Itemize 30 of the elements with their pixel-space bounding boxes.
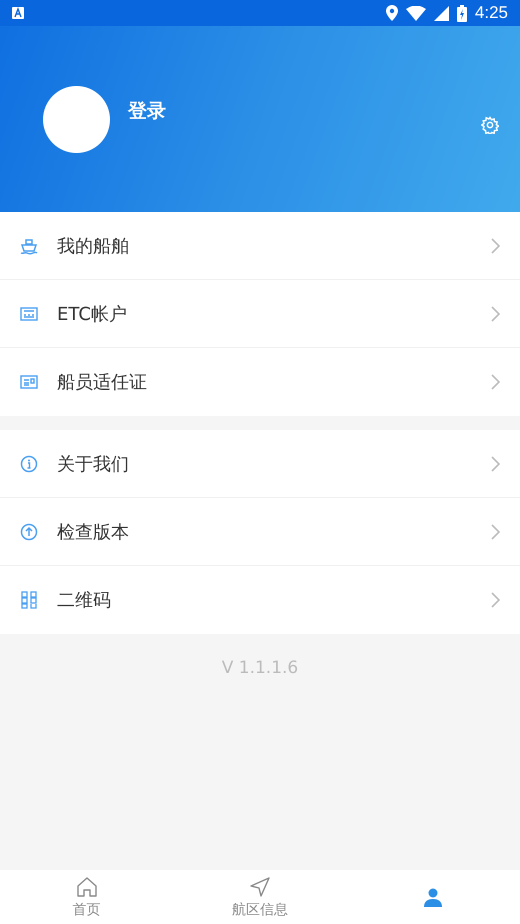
signal-icon	[434, 6, 449, 20]
app-notification-icon	[12, 7, 24, 19]
location-icon	[386, 5, 398, 21]
chevron-right-icon	[490, 374, 500, 390]
battery-charging-icon	[456, 4, 467, 22]
ship-icon	[20, 236, 38, 254]
menu-item[interactable]: ETC帐户	[0, 280, 520, 348]
id-card-icon	[20, 373, 38, 391]
navigation-arrow-icon	[248, 875, 272, 899]
menu-item[interactable]: 二维码	[0, 566, 520, 634]
menu-item[interactable]: 检查版本	[0, 498, 520, 566]
info-icon	[20, 454, 38, 472]
login-link[interactable]: 登录	[128, 98, 166, 124]
nav-tab[interactable]: 航区信息	[173, 870, 347, 924]
chevron-right-icon	[490, 524, 500, 540]
chevron-right-icon	[490, 238, 500, 254]
wifi-icon	[406, 6, 426, 20]
menu-item[interactable]: 船员适任证	[0, 348, 520, 416]
version-text: V 1.1.1.6	[220, 658, 300, 678]
chevron-right-icon	[490, 456, 500, 472]
home-icon	[74, 875, 99, 899]
menu-item[interactable]: 关于我们	[0, 430, 520, 498]
etc-card-icon	[20, 304, 38, 322]
chevron-right-icon	[490, 306, 500, 322]
qr-code-icon	[20, 591, 38, 609]
chevron-right-icon	[490, 592, 500, 608]
clock-time: 4:25	[474, 3, 508, 23]
settings-icon[interactable]	[481, 116, 499, 134]
menu-item[interactable]: 我的船舶	[0, 212, 520, 280]
nav-tab[interactable]: 首页	[0, 870, 174, 924]
